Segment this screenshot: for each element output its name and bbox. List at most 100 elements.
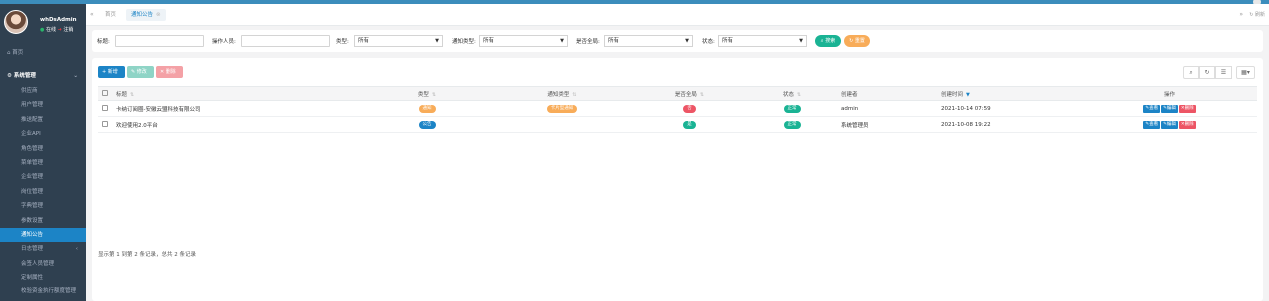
- sidebar-item-label: 首页: [12, 50, 24, 56]
- sidebar: whDsAdmin ● 在线 ➜ 注销 ⌂ 首页 ⚙ 系统管理 ⌄ 供应商 用户…: [0, 4, 86, 301]
- type-select[interactable]: 所有 ▼: [354, 35, 443, 47]
- delete-row-button[interactable]: ✕删除: [1178, 104, 1196, 113]
- add-button-label: 新增: [107, 69, 118, 75]
- sidebar-item-countersign[interactable]: 会签人员管理: [0, 257, 86, 271]
- sidebar-item-push-config[interactable]: 推送配置: [0, 113, 86, 127]
- chevron-down-icon: ▼: [685, 38, 689, 44]
- close-icon[interactable]: ⊗: [156, 12, 161, 18]
- columns-icon[interactable]: ☰: [1215, 66, 1232, 79]
- tab-home[interactable]: 首页: [100, 9, 121, 21]
- reset-button[interactable]: ↻ 重置: [844, 35, 870, 47]
- select-all-checkbox[interactable]: [98, 86, 112, 101]
- col-global[interactable]: 是否全局 ⇅: [632, 86, 747, 101]
- cell-created: 2021-10-08 19:22: [937, 116, 1082, 133]
- refresh-label: 刷新: [1254, 12, 1265, 18]
- notice-type-label: 通知类型:: [452, 39, 476, 45]
- chevron-left-icon: ‹: [75, 246, 78, 253]
- operator-label: 操作人员:: [212, 39, 236, 45]
- edit-row-button[interactable]: ✎编辑: [1161, 120, 1178, 129]
- sidebar-item-enterprise-api[interactable]: 企业API: [0, 127, 86, 141]
- edit-row-button[interactable]: ✎编辑: [1161, 104, 1178, 113]
- col-created[interactable]: 创建时间 ▼: [937, 86, 1082, 101]
- col-type[interactable]: 类型 ⇅: [362, 86, 492, 101]
- delete-label: 删除: [1184, 105, 1194, 111]
- notice-type-select[interactable]: 所有 ▼: [479, 35, 568, 47]
- col-status[interactable]: 状态 ⇅: [747, 86, 837, 101]
- cell-global: 否: [632, 100, 747, 117]
- gear-icon: ⚙: [7, 73, 12, 79]
- view-button[interactable]: ✎查看: [1143, 104, 1161, 113]
- sort-icon: ⇅: [796, 91, 802, 98]
- user-name: whDsAdmin: [40, 17, 77, 23]
- sidebar-group-system[interactable]: ⚙ 系统管理 ⌄: [0, 70, 86, 82]
- grid-menu-icon[interactable]: ▦▾: [1236, 66, 1255, 79]
- sidebar-item-supplier[interactable]: 供应商: [0, 84, 86, 98]
- cell-notice-type: 卡片型通知: [492, 100, 632, 117]
- refresh-button[interactable]: ↻ 刷新: [1249, 11, 1265, 18]
- sidebar-item-enterprise[interactable]: 企业管理: [0, 170, 86, 184]
- plus-icon: +: [102, 69, 107, 75]
- view-button[interactable]: ✎查看: [1143, 120, 1161, 129]
- sidebar-item-menus[interactable]: 菜单管理: [0, 156, 86, 170]
- sidebar-item-label: 日志管理: [21, 246, 44, 253]
- search-button-label: 搜索: [825, 38, 836, 44]
- logout-link[interactable]: 注销: [63, 27, 73, 33]
- global-select[interactable]: 所有 ▼: [604, 35, 693, 47]
- double-chevron-left-icon[interactable]: «: [90, 11, 94, 18]
- sidebar-item-fund-quota[interactable]: 校验资金执行额度管理: [0, 285, 86, 301]
- sidebar-item-custom-attrs[interactable]: 定制属性: [0, 271, 86, 285]
- chevron-down-icon: ▼: [560, 38, 564, 44]
- sidebar-item-parameters[interactable]: 参数设置: [0, 214, 86, 228]
- notice-type-select-value: 所有: [483, 38, 495, 44]
- col-label: 操作: [1163, 91, 1175, 98]
- chevron-down-icon: ⌄: [73, 73, 78, 79]
- edit-label: 编辑: [1166, 121, 1176, 127]
- row-checkbox[interactable]: [98, 116, 112, 133]
- edit-button[interactable]: ✎ 修改: [127, 66, 154, 78]
- online-label: 在线: [45, 27, 56, 33]
- main-panel: + 新增 ✎ 修改 ✕ 删除 ⌕ ↻ ☰ ▦▾ 标题 ⇅ 类型 ⇅ 通知类型 ⇅ 是否…: [92, 58, 1263, 301]
- table-row[interactable]: 卡纳订阅圈-安徽云盟科技有限公司 通知 卡片型通知 否 正常 admin 202…: [98, 100, 1257, 117]
- operator-input[interactable]: [241, 35, 330, 47]
- title-input[interactable]: [115, 35, 204, 47]
- cell-created: 2021-10-14 07:59: [937, 100, 1082, 117]
- status-label: 状态:: [702, 39, 715, 45]
- sidebar-item-home[interactable]: ⌂ 首页: [0, 46, 86, 60]
- sidebar-item-posts[interactable]: 岗位管理: [0, 185, 86, 199]
- user-status: ● 在线 ➜ 注销: [40, 26, 73, 33]
- double-chevron-right-icon[interactable]: »: [1239, 11, 1243, 18]
- sidebar-item-users[interactable]: 用户管理: [0, 98, 86, 112]
- col-label: 类型: [417, 91, 429, 98]
- logout-icon[interactable]: ➜: [58, 27, 62, 33]
- delete-row-button[interactable]: ✕删除: [1178, 120, 1196, 129]
- search-button[interactable]: ⌕ 搜索: [815, 35, 841, 47]
- close-icon: ✕: [160, 69, 165, 75]
- cell-title: 欢迎使用2.0平台: [112, 116, 362, 133]
- table-row[interactable]: 欢迎使用2.0平台 公告 是 正常 系统管理员 2021-10-08 19:22…: [98, 116, 1257, 133]
- search-toggle-icon[interactable]: ⌕: [1183, 66, 1199, 79]
- type-label: 类型:: [336, 39, 349, 45]
- sort-desc-icon: ▼: [966, 91, 970, 98]
- delete-button[interactable]: ✕ 删除: [156, 66, 183, 78]
- type-select-value: 所有: [358, 38, 370, 44]
- add-button[interactable]: + 新增: [98, 66, 125, 78]
- cell-ops: ✎查看 ✎编辑 ✕删除: [1082, 116, 1257, 133]
- tab-notices[interactable]: 通知公告 ⊗: [126, 9, 166, 21]
- cell-ops: ✎查看 ✎编辑 ✕删除: [1082, 100, 1257, 117]
- row-checkbox[interactable]: [98, 100, 112, 117]
- col-ops: 操作: [1082, 86, 1257, 101]
- sidebar-item-logs[interactable]: 日志管理 ‹: [0, 242, 86, 256]
- col-title[interactable]: 标题 ⇅: [112, 86, 362, 101]
- col-label: 状态: [782, 91, 794, 98]
- status-select[interactable]: 所有 ▼: [718, 35, 807, 47]
- search-panel: 标题: 操作人员: 类型: 所有 ▼ 通知类型: 所有 ▼ 是否全局: 所有 ▼ 状态…: [92, 30, 1263, 52]
- sidebar-item-dictionary[interactable]: 字典管理: [0, 199, 86, 213]
- avatar[interactable]: [4, 10, 28, 34]
- col-notice-type[interactable]: 通知类型 ⇅: [492, 86, 632, 101]
- col-creator[interactable]: 创建者: [837, 86, 937, 101]
- sidebar-item-notices[interactable]: 通知公告: [0, 227, 86, 243]
- col-label: 通知类型: [547, 91, 570, 98]
- checkbox-icon: [102, 121, 108, 128]
- sidebar-item-roles[interactable]: 角色管理: [0, 142, 86, 156]
- refresh-icon[interactable]: ↻: [1199, 66, 1215, 79]
